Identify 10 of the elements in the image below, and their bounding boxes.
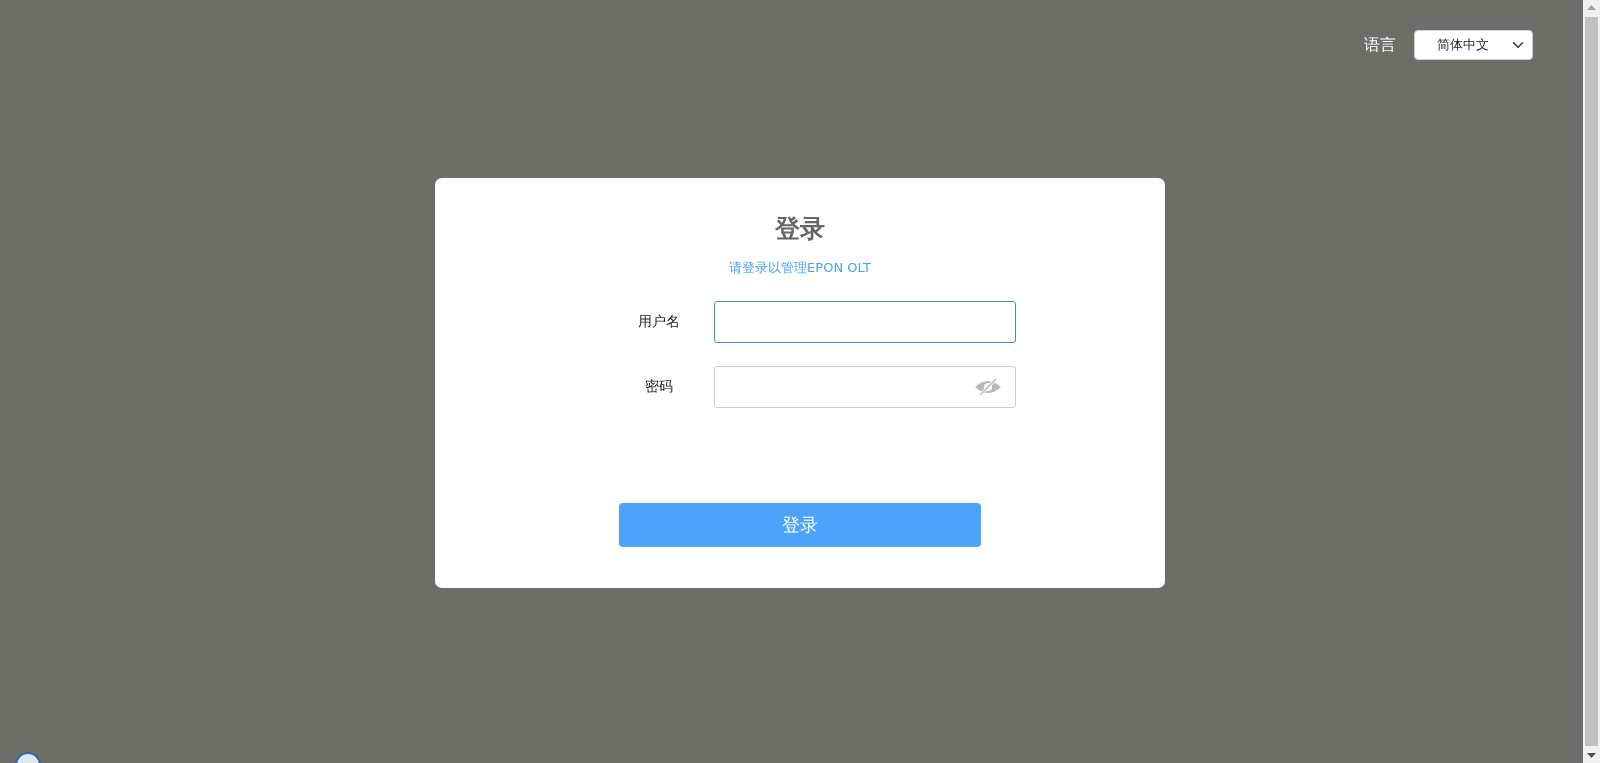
password-field[interactable]: [714, 365, 1016, 408]
language-select[interactable]: 简体中文: [1414, 30, 1533, 60]
field-label: 密码: [644, 377, 674, 396]
username-field[interactable]: [714, 300, 1016, 343]
field-label: 用户名: [637, 312, 681, 331]
language-label: 语言: [1364, 34, 1396, 56]
login-subtitle: 请登录以管理EPON OLT: [729, 259, 871, 277]
eye-hidden-icon[interactable]: [973, 376, 1003, 397]
scrollbar[interactable]: [1583, 0, 1600, 763]
login-title: 登录: [775, 214, 825, 244]
